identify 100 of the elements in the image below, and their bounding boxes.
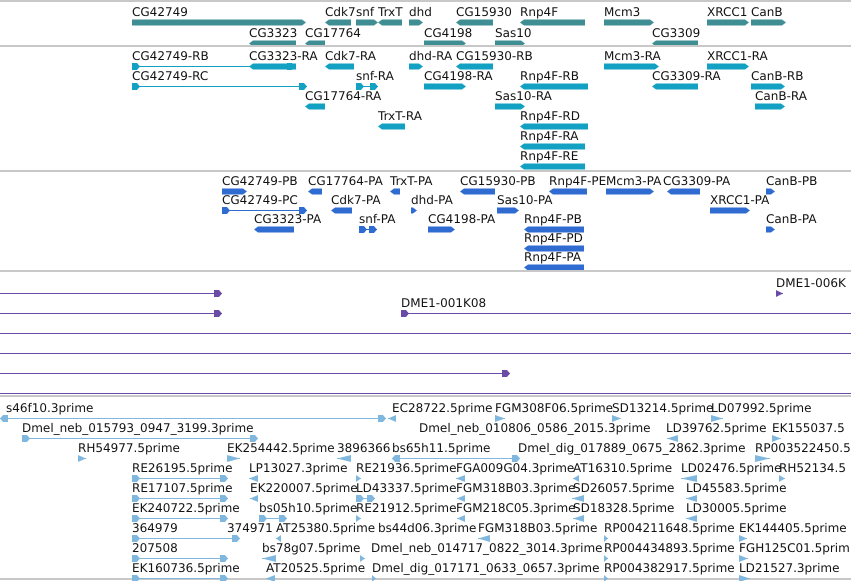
transcript-label: snf-RA <box>356 69 394 83</box>
protein-label: TrxT-PA <box>390 174 433 188</box>
gene-label: CG42749 <box>132 5 188 19</box>
est-label: LP13027.3prime <box>249 461 348 475</box>
protein-label: XRCC1-PA <box>710 193 770 207</box>
est-label: RE21936.5prime <box>356 461 456 475</box>
transcript-label: CG3309-RA <box>652 69 721 83</box>
transcript-label: CG4198-RA <box>424 69 493 83</box>
est-label: bs05h10.5prime <box>259 501 358 515</box>
gene-label: Sas10 <box>495 26 532 40</box>
protein-label: snf-PA <box>359 212 396 226</box>
transcript-label: CanB-RB <box>751 69 804 83</box>
transcript-label: Cdk7-RA <box>325 49 376 63</box>
est-label: RE26195.5prime <box>132 461 232 475</box>
gene-label: CanB <box>751 5 783 19</box>
est-label: EK254442.5prime <box>227 441 335 455</box>
est-label: RP003522450.5 <box>755 441 851 455</box>
clone-label: DME1-001K08 <box>401 296 486 310</box>
protein-label: CG15930-PB <box>460 174 536 188</box>
transcript-label: XRCC1-RA <box>707 49 768 63</box>
transcript-label: Mcm3-RA <box>604 49 661 63</box>
est-label: LD45583.5prime <box>686 481 787 495</box>
transcript-label: CG17764-RA <box>305 89 382 103</box>
protein-label: Rnp4F-PB <box>524 212 582 226</box>
gene-label: CG3323 <box>249 26 298 40</box>
transcript-label: dhd-RA <box>409 49 452 63</box>
gene-label: Cdk7 <box>325 5 356 19</box>
est-label: 374971 <box>227 521 273 535</box>
transcript-label: Rnp4F-RE <box>520 149 578 163</box>
est-label: Dmel_dig_017171_0633_0657.3prime <box>372 561 600 575</box>
gene-label: snf <box>356 5 374 19</box>
est-label: LD21527.3prime <box>739 561 840 575</box>
est-label: RE17107.5prime <box>132 481 232 495</box>
transcript-label: Sas10-RA <box>495 89 552 103</box>
transcript-label: CG42749-RC <box>132 69 208 83</box>
est-label: RE21912.5prime <box>356 501 456 515</box>
est-label: AT16310.5prime <box>573 461 672 475</box>
transcript-label: CG15930-RB <box>456 49 533 63</box>
transcript-label: Rnp4F-RA <box>520 129 578 143</box>
transcript-label: CanB-RA <box>755 89 807 103</box>
clone-label: DME1-006K <box>776 276 846 290</box>
gene-label: CG4198 <box>424 26 472 40</box>
est-label: bs65h11.5prime <box>392 441 490 455</box>
est-label: s46f10.3prime <box>6 401 94 415</box>
protein-label: CG3309-PA <box>663 174 730 188</box>
protein-label: CanB-PA <box>766 212 817 226</box>
est-label: EK144405.5prime <box>739 521 847 535</box>
est-label: 364979 <box>132 521 178 535</box>
est-label: FGM318B03.5prime <box>478 521 598 535</box>
est-label: RP004211648.5prime <box>604 521 735 535</box>
gene-label: Rnp4F <box>520 5 558 19</box>
transcript-label: TrxT-RA <box>378 109 422 123</box>
protein-label: CanB-PB <box>766 174 818 188</box>
protein-label: CG42749-PC <box>222 193 298 207</box>
gene-label: CG17764 <box>305 26 361 40</box>
est-label: bs78g07.5prime <box>262 541 360 555</box>
est-label: Dmel_neb_015793_0947_3199.3prime <box>22 421 254 435</box>
est-label: FGA009G04.3prime <box>456 461 574 475</box>
est-label: RP004434893.5prime <box>604 541 735 555</box>
protein-label: Sas10-PA <box>497 193 552 207</box>
est-label: FGM218C05.3prime <box>456 501 576 515</box>
est-label: LD07992.5prime <box>711 401 812 415</box>
protein-label: Mcm3-PA <box>606 174 662 188</box>
gene-label: dhd <box>409 5 432 19</box>
gene-label: TrxT <box>378 5 403 19</box>
gene-label: XRCC1 <box>707 5 748 19</box>
est-label: SD13214.5prime <box>612 401 714 415</box>
protein-label: CG4198-PA <box>428 212 496 226</box>
protein-label: Rnp4F-PE <box>549 174 606 188</box>
est-label: EK155037.5 <box>772 421 845 435</box>
gene-label: Mcm3 <box>604 5 640 19</box>
est-label: 207508 <box>132 541 178 555</box>
protein-label: dhd-PA <box>411 193 453 207</box>
est-label: EC28722.5prime <box>392 401 493 415</box>
est-label: LD30005.5prime <box>686 501 787 515</box>
est-label: Dmel_neb_014717_0822_3014.3prime <box>371 541 603 555</box>
est-label: EK220007.5prime <box>250 481 358 495</box>
protein-label: CG3323-PA <box>254 212 322 226</box>
transcript-label: CG42749-RB <box>132 49 209 63</box>
transcript-label: Rnp4F-RD <box>520 109 580 123</box>
gene-label: CG3309 <box>652 26 700 40</box>
est-label: bs44d06.3prime <box>378 521 476 535</box>
est-label: AT20525.5prime <box>266 561 366 575</box>
protein-label: CG17764-PA <box>308 174 383 188</box>
est-label: EK240722.5prime <box>132 501 240 515</box>
est-label: FGM318B03.3prime <box>456 481 576 495</box>
est-label: 3896366 <box>337 441 390 455</box>
est-label: LD43337.5prime <box>356 481 457 495</box>
est-label: SD18328.5prime <box>573 501 674 515</box>
est-label: AT25380.5prime <box>276 521 376 535</box>
protein-label: Rnp4F-PA <box>524 250 582 264</box>
est-label: FGM308F06.5prime <box>495 401 614 415</box>
est-label: Dmel_dig_017889_0675_2862.3prime <box>518 441 746 455</box>
est-label: Dmel_neb_010806_0586_2015.3prime <box>419 421 651 435</box>
protein-label: Cdk7-PA <box>331 193 381 207</box>
protein-label: CG42749-PB <box>222 174 298 188</box>
est-label: EK160736.5prime <box>132 561 240 575</box>
est-label: LD02476.5prime <box>681 461 782 475</box>
est-label: RH54977.5prime <box>78 441 180 455</box>
est-label: FGH125C01.5prim <box>739 541 850 555</box>
